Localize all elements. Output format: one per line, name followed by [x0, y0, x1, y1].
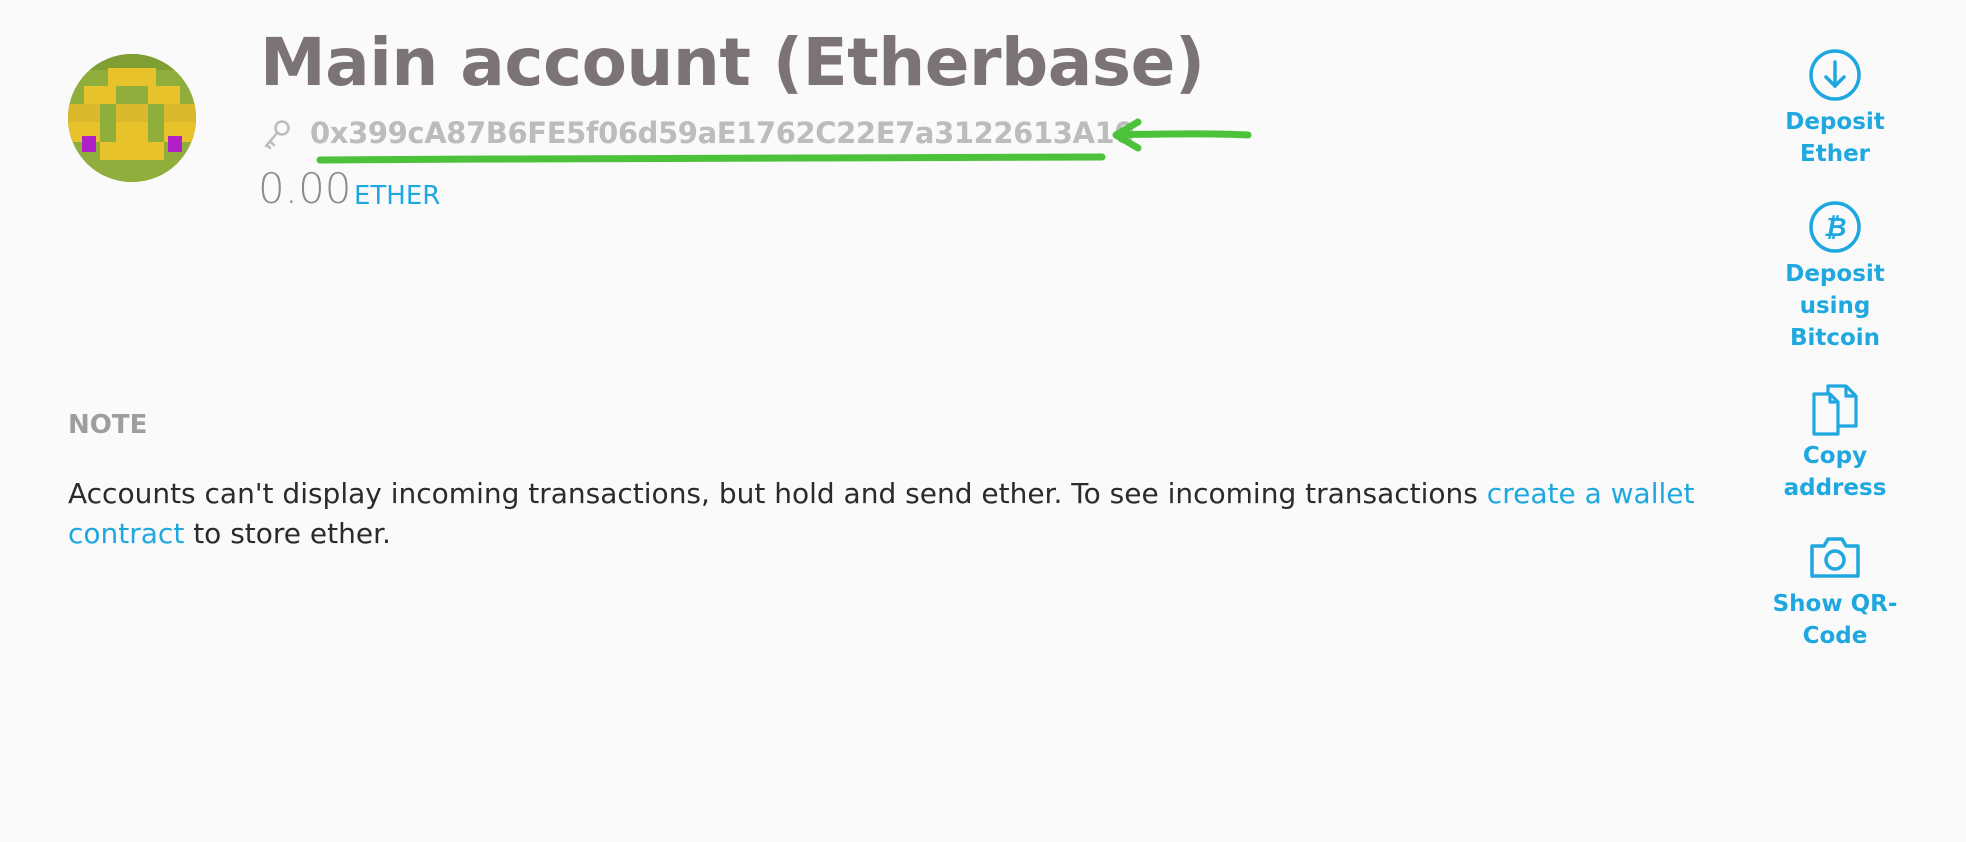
svg-text:₿: ₿	[1824, 213, 1847, 243]
note-text-after: to store ether.	[184, 517, 391, 550]
account-identicon-avatar	[68, 54, 196, 182]
key-icon	[264, 120, 290, 150]
deposit-ether-label: Deposit Ether	[1785, 109, 1885, 167]
deposit-ether-button[interactable]: Deposit Ether	[1770, 48, 1900, 170]
note-heading: NOTE	[68, 410, 148, 440]
note-text-before: Accounts can't display incoming transact…	[68, 477, 1487, 510]
copy-icon	[1812, 384, 1858, 436]
bitcoin-icon: ₿	[1809, 201, 1861, 253]
note-text: Accounts can't display incoming transact…	[68, 474, 1718, 554]
deposit-bitcoin-button[interactable]: ₿ Deposit using Bitcoin	[1770, 200, 1900, 354]
deposit-bitcoin-label: Deposit using Bitcoin	[1785, 261, 1885, 351]
account-balance: 0.00	[258, 164, 352, 213]
account-address[interactable]: 0x399cA87B6FE5f06d59aE1762C22E7a3122613A…	[310, 116, 1135, 150]
copy-address-label: Copy address	[1783, 443, 1887, 501]
copy-address-button[interactable]: Copy address	[1770, 382, 1900, 504]
identicon-pattern	[68, 54, 196, 182]
balance-unit-ether[interactable]: ETHER	[354, 181, 440, 211]
camera-icon	[1810, 537, 1860, 578]
account-title: Main account (Etherbase)	[260, 24, 1205, 101]
show-qr-code-label: Show QR- Code	[1772, 591, 1898, 649]
show-qr-code-button[interactable]: Show QR- Code	[1770, 530, 1900, 652]
arrow-down-circle-icon	[1809, 49, 1861, 101]
